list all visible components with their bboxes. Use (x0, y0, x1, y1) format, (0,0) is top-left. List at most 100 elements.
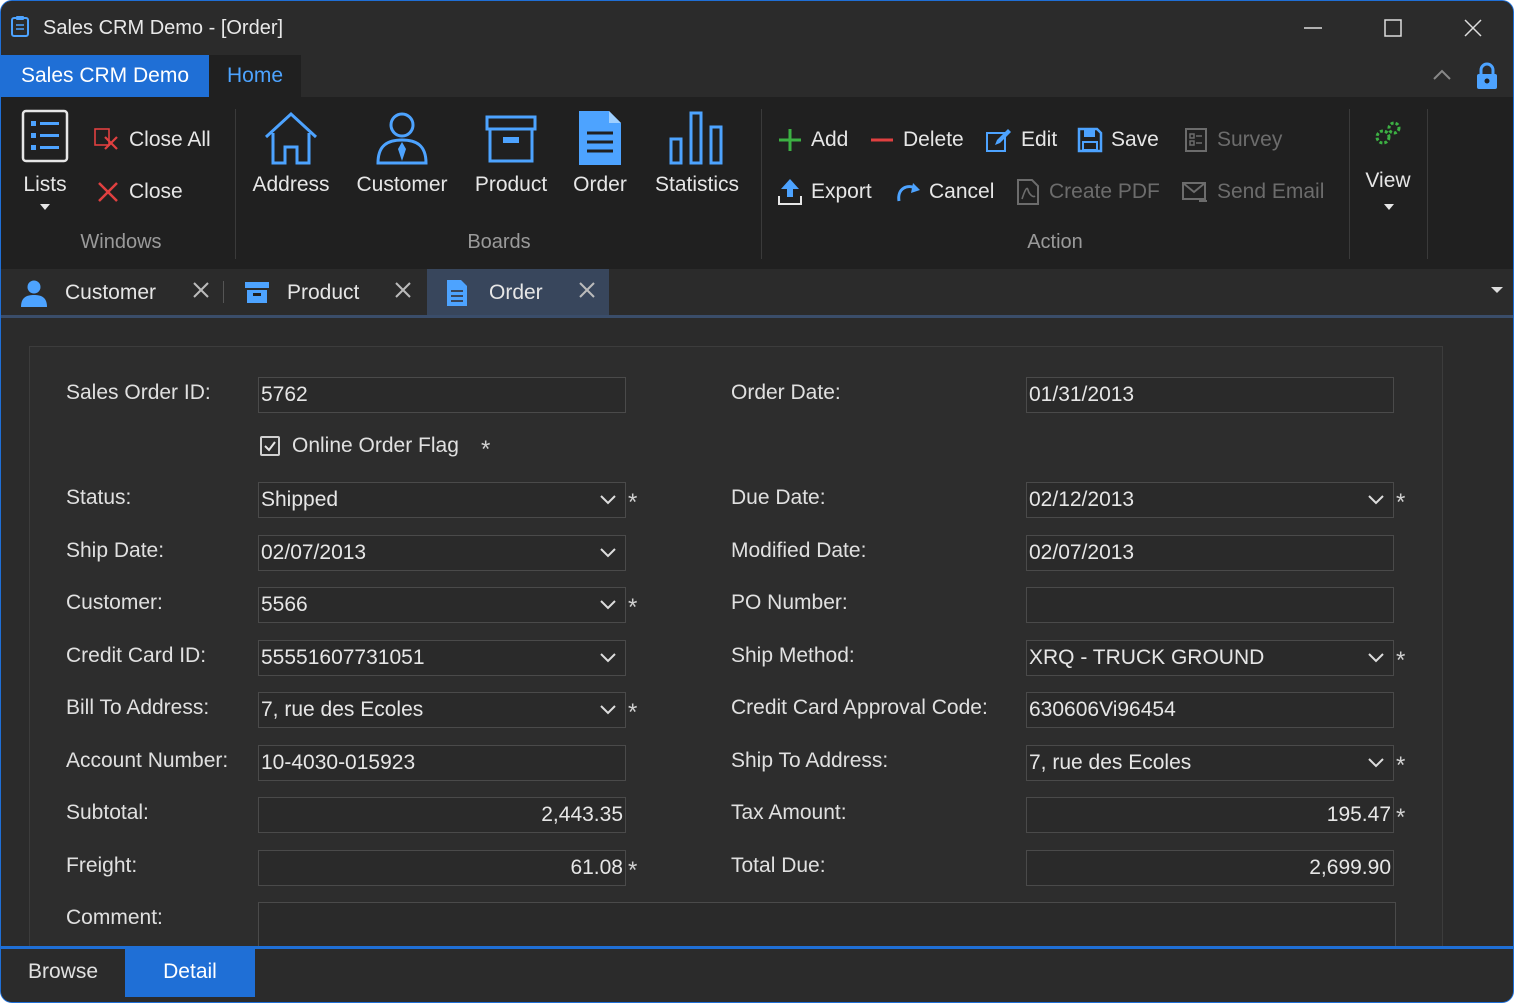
label-due-date: Due Date: (731, 486, 826, 509)
checkmark-icon (264, 441, 276, 452)
required-marker: * (628, 857, 638, 884)
label-order-date: Order Date: (731, 381, 841, 404)
add-button[interactable]: Add (777, 125, 848, 155)
order-button[interactable]: Order (567, 107, 633, 217)
export-label: Export (811, 180, 872, 203)
lists-icon (21, 109, 69, 163)
chevron-down-icon (1384, 204, 1394, 210)
product-label: Product (474, 173, 548, 196)
credit-card-id-select[interactable]: 55551607731051 (258, 640, 626, 676)
ship-date-select[interactable]: 02/07/2013 (258, 535, 626, 571)
close-all-button[interactable]: Close All (93, 125, 211, 155)
chevron-down-icon (600, 705, 616, 715)
view-button[interactable]: View (1357, 107, 1419, 217)
bill-to-address-value: 7, rue des Ecoles (261, 698, 424, 721)
export-button[interactable]: Export (777, 177, 872, 207)
freight-field[interactable]: 61.08 (258, 850, 626, 886)
doc-tab-customer[interactable]: Customer (1, 269, 223, 315)
cancel-button[interactable]: Cancel (893, 177, 994, 207)
address-label: Address (252, 173, 330, 196)
required-marker: * (628, 699, 638, 726)
undo-icon (897, 183, 920, 202)
required-marker: * (1396, 489, 1406, 516)
send-email-button[interactable]: Send Email (1181, 177, 1324, 207)
due-date-select[interactable]: 02/12/2013 (1026, 482, 1394, 518)
close-button[interactable]: Close (95, 177, 183, 207)
ribbon-separator (1427, 109, 1428, 259)
comment-field[interactable] (258, 902, 1396, 946)
chevron-down-icon[interactable] (1489, 285, 1505, 295)
label-ship-to-address: Ship To Address: (731, 749, 889, 772)
maximize-icon (1384, 19, 1402, 37)
delete-button[interactable]: Delete (869, 125, 964, 155)
chevron-down-icon (600, 653, 616, 663)
tab-browse[interactable]: Browse (1, 949, 125, 997)
ship-to-address-select[interactable]: 7, rue des Ecoles (1026, 745, 1394, 781)
lists-button[interactable]: Lists (15, 107, 75, 217)
online-order-checkbox[interactable] (260, 436, 280, 456)
house-icon (264, 111, 318, 165)
account-number-field[interactable]: 10-4030-015923 (258, 745, 626, 781)
po-number-field[interactable] (1026, 587, 1394, 623)
ribbon-tab-row: Sales CRM Demo Home (1, 55, 1513, 97)
customer-select[interactable]: 5566 (258, 587, 626, 623)
address-button[interactable]: Address (247, 107, 335, 217)
required-marker: * (1396, 647, 1406, 674)
sales-order-id-field[interactable]: 5762 (258, 377, 626, 413)
customer-button[interactable]: Customer (351, 107, 453, 217)
close-icon[interactable] (191, 280, 211, 300)
document-icon (447, 280, 467, 306)
chevron-down-icon (600, 548, 616, 558)
ribbon-separator (761, 109, 762, 259)
person-icon (376, 112, 428, 165)
bill-to-address-select[interactable]: 7, rue des Ecoles (258, 692, 626, 728)
tax-amount-field[interactable]: 195.47 (1026, 797, 1394, 833)
maximize-button[interactable] (1373, 13, 1413, 43)
cc-approval-code-field[interactable]: 630606Vi96454 (1026, 692, 1394, 728)
required-marker: * (1396, 752, 1406, 779)
survey-label: Survey (1217, 128, 1283, 151)
statistics-button[interactable]: Statistics (649, 107, 745, 217)
save-button[interactable]: Save (1077, 125, 1159, 155)
product-button[interactable]: Product (469, 107, 553, 217)
modified-date-field[interactable]: 02/07/2013 (1026, 535, 1394, 571)
create-pdf-button[interactable]: Create PDF (1015, 177, 1160, 207)
required-marker: * (628, 594, 638, 621)
credit-card-id-value: 55551607731051 (261, 646, 425, 669)
close-window-button[interactable] (1453, 13, 1493, 43)
document-tab-strip: Customer Product Order (1, 269, 1513, 318)
order-date-field[interactable]: 01/31/2013 (1026, 377, 1394, 413)
label-freight: Freight: (66, 854, 138, 877)
close-icon[interactable] (577, 280, 597, 300)
label-tax-amount: Tax Amount: (731, 801, 847, 824)
label-online-order-flag: Online Order Flag (292, 434, 459, 457)
close-all-icon (94, 128, 118, 150)
tab-divider (223, 281, 224, 303)
minus-icon (871, 138, 893, 142)
tab-home[interactable]: Home (209, 55, 301, 97)
subtotal-field[interactable]: 2,443.35 (258, 797, 626, 833)
tab-detail[interactable]: Detail (125, 949, 255, 997)
order-detail-content: Sales Order ID: 5762 Online Order Flag *… (1, 318, 1513, 946)
person-icon (21, 280, 47, 307)
survey-button[interactable]: Survey (1183, 125, 1282, 155)
close-icon[interactable] (393, 280, 413, 300)
box-icon (485, 115, 537, 163)
box-icon (245, 282, 269, 303)
label-bill-to-address: Bill To Address: (66, 696, 210, 719)
minimize-button[interactable] (1293, 13, 1333, 43)
status-select[interactable]: Shipped (258, 482, 626, 518)
ship-method-select[interactable]: XRQ - TRUCK GROUND (1026, 640, 1394, 676)
doc-tab-product[interactable]: Product (227, 269, 423, 315)
lock-icon[interactable] (1473, 61, 1501, 91)
ribbon-separator (235, 109, 236, 259)
label-total-due: Total Due: (731, 854, 826, 877)
doc-tab-order[interactable]: Order (427, 269, 609, 315)
window-title: Sales CRM Demo - [Order] (43, 17, 284, 39)
app-menu-tab[interactable]: Sales CRM Demo (1, 55, 209, 97)
ribbon-separator (1349, 109, 1350, 259)
edit-button[interactable]: Edit (985, 125, 1057, 155)
total-due-field[interactable]: 2,699.90 (1026, 850, 1394, 886)
close-icon (1464, 19, 1482, 37)
chevron-up-icon[interactable] (1431, 67, 1453, 83)
